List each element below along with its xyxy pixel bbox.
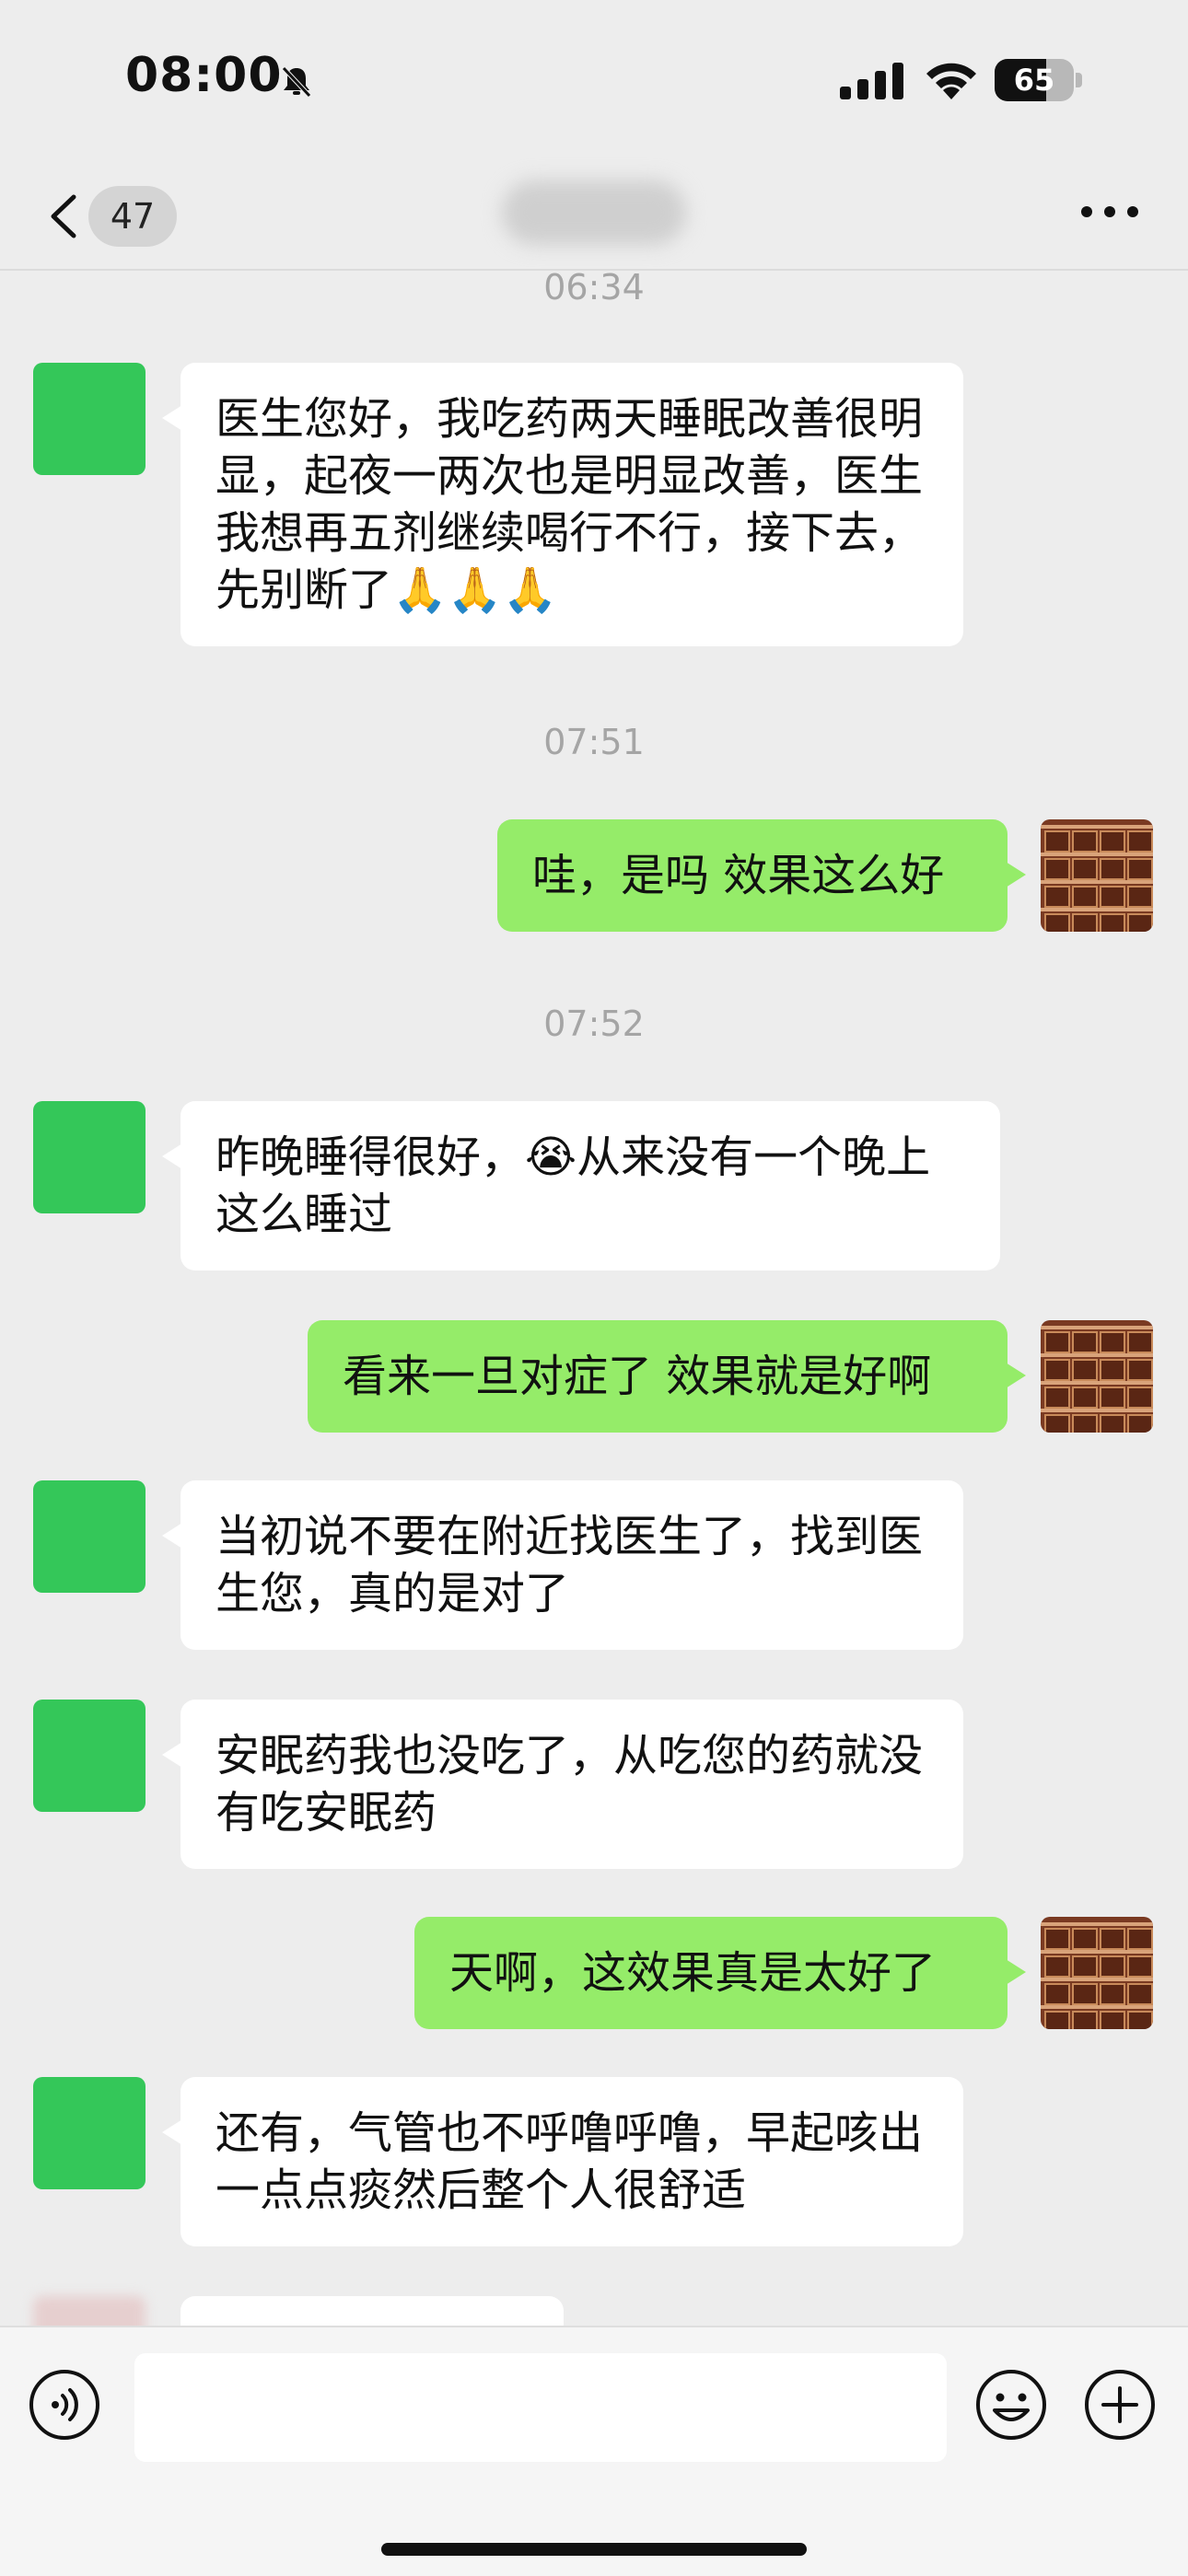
avatar-drawer xyxy=(1044,2011,1070,2029)
contact-avatar[interactable] xyxy=(33,363,146,475)
avatar-drawer xyxy=(1072,2011,1098,2029)
emoji-icon[interactable] xyxy=(974,2368,1048,2442)
self-avatar[interactable] xyxy=(1041,1320,1153,1433)
avatar-drawer xyxy=(1072,1955,1098,1978)
more-dots-icon[interactable] xyxy=(1077,190,1142,236)
avatar-drawer xyxy=(1100,2011,1125,2029)
timestamp: 07:52 xyxy=(543,1004,645,1044)
incoming-message[interactable]: 昨晚睡得很好，😭从来没有一个晚上这么睡过 xyxy=(162,1101,1000,1271)
bell-muted-icon xyxy=(282,66,311,98)
avatar-drawer xyxy=(1127,830,1153,853)
status-bar: 08:00 65 xyxy=(0,0,1188,157)
outgoing-message[interactable]: 看来一旦对症了 效果就是好啊 xyxy=(308,1320,1026,1433)
avatar-drawer xyxy=(1127,1983,1153,2005)
avatar-drawer xyxy=(1100,1928,1125,1950)
status-time: 08:00 xyxy=(125,48,283,103)
avatar-drawer xyxy=(1044,1928,1070,1950)
outgoing-message[interactable]: 哇，是吗 效果这么好 xyxy=(497,819,1026,932)
avatar-drawer xyxy=(1127,1387,1153,1409)
avatar-drawer xyxy=(1044,1359,1070,1381)
avatar-drawer xyxy=(1072,1414,1098,1433)
avatar-drawer xyxy=(1044,1955,1070,1978)
avatar-drawer xyxy=(1100,886,1125,908)
avatar-drawer xyxy=(1100,913,1125,932)
avatar-drawer xyxy=(1044,858,1070,880)
avatar-drawer xyxy=(1044,1983,1070,2005)
avatar-drawer xyxy=(1072,1359,1098,1381)
incoming-message[interactable]: 当初说不要在附近找医生了，找到医生您，真的是对了 xyxy=(162,1480,963,1650)
plus-icon[interactable] xyxy=(1083,2368,1157,2442)
message-input[interactable] xyxy=(134,2353,947,2462)
avatar-drawer xyxy=(1100,1414,1125,1433)
avatar-drawer xyxy=(1127,1331,1153,1353)
contact-avatar[interactable] xyxy=(33,1480,146,1593)
timestamp: 07:51 xyxy=(543,722,645,762)
avatar-drawer xyxy=(1044,913,1070,932)
avatar-drawer xyxy=(1044,1387,1070,1409)
avatar-drawer xyxy=(1072,1928,1098,1950)
avatar-drawer xyxy=(1127,1359,1153,1381)
input-bar xyxy=(0,2326,1188,2576)
avatar-drawer xyxy=(1127,886,1153,908)
incoming-message[interactable]: 安眠药我也没吃了，从吃您的药就没有吃安眠药 xyxy=(162,1700,963,1869)
contact-avatar[interactable] xyxy=(33,1101,146,1213)
avatar-drawer xyxy=(1044,1331,1070,1353)
avatar-drawer xyxy=(1100,1983,1125,2005)
avatar-drawer xyxy=(1072,886,1098,908)
avatar-drawer xyxy=(1100,1359,1125,1381)
avatar-drawer xyxy=(1127,1414,1153,1433)
voice-icon[interactable] xyxy=(28,2368,101,2442)
outgoing-message[interactable]: 天啊，这效果真是太好了 xyxy=(414,1917,1026,2029)
avatar-drawer xyxy=(1072,858,1098,880)
avatar-drawer xyxy=(1127,2011,1153,2029)
contact-avatar[interactable] xyxy=(33,1700,146,1812)
chat-header: 47 xyxy=(0,157,1188,271)
avatar-drawer xyxy=(1127,1928,1153,1950)
contact-name-blurred xyxy=(502,180,686,245)
timestamp: 06:34 xyxy=(543,267,645,307)
avatar-drawer xyxy=(1100,1331,1125,1353)
avatar-drawer xyxy=(1100,830,1125,853)
avatar-drawer xyxy=(1127,1955,1153,1978)
avatar-drawer xyxy=(1100,858,1125,880)
wifi-icon xyxy=(926,63,976,99)
avatar-drawer xyxy=(1072,1983,1098,2005)
avatar-drawer xyxy=(1044,830,1070,853)
avatar-drawer xyxy=(1100,1387,1125,1409)
avatar-drawer xyxy=(1044,1414,1070,1433)
avatar-drawer xyxy=(1044,886,1070,908)
avatar-drawer xyxy=(1072,1331,1098,1353)
battery-icon: 65 xyxy=(995,59,1083,101)
back-button[interactable]: 47 xyxy=(37,175,184,249)
chevron-left-icon xyxy=(51,194,76,238)
contact-avatar[interactable] xyxy=(33,2077,146,2189)
incoming-message[interactable]: 还有，气管也不呼噜呼噜，早起咳出一点点痰然后整个人很舒适 xyxy=(162,2077,963,2246)
avatar-drawer xyxy=(1100,1955,1125,1978)
unread-count-badge: 47 xyxy=(88,186,177,247)
avatar-drawer xyxy=(1072,913,1098,932)
battery-percent: 65 xyxy=(1013,63,1055,98)
avatar-drawer xyxy=(1072,830,1098,853)
self-avatar[interactable] xyxy=(1041,1917,1153,2029)
cellular-signal-icon xyxy=(840,63,903,99)
home-indicator xyxy=(381,2543,807,2556)
avatar-drawer xyxy=(1127,858,1153,880)
incoming-message[interactable]: 医生您好，我吃药两天睡眠改善很明显，起夜一两次也是明显改善，医生我想再五剂继续喝… xyxy=(162,363,963,646)
avatar-drawer xyxy=(1127,913,1153,932)
self-avatar[interactable] xyxy=(1041,819,1153,932)
avatar-drawer xyxy=(1072,1387,1098,1409)
